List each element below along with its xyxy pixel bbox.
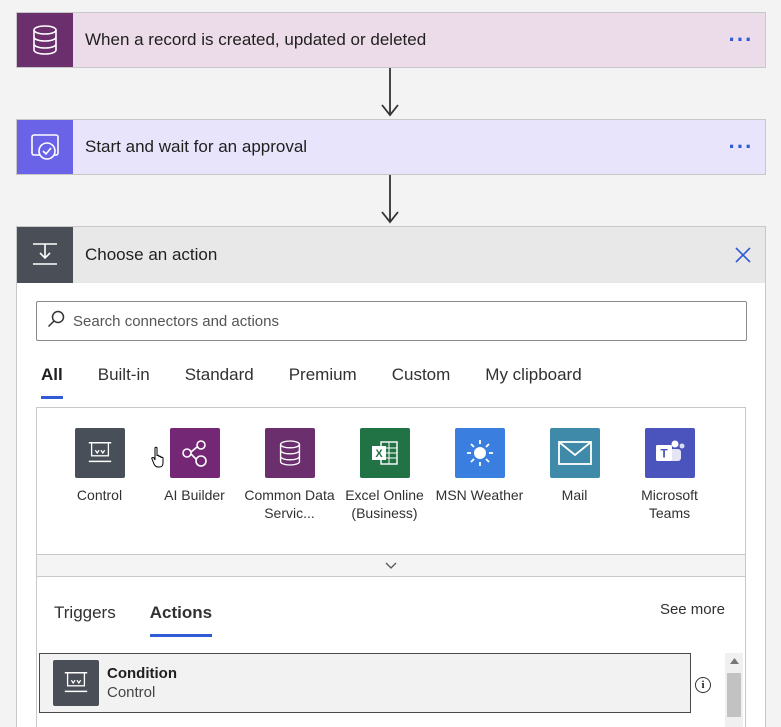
connector-label: Excel Online (Business) — [345, 487, 424, 521]
database-icon — [264, 428, 315, 478]
flow-arrow — [380, 68, 400, 118]
connector-excel-online[interactable]: X Excel Online (Business) — [337, 428, 432, 554]
action-name: Condition — [107, 665, 177, 682]
scroll-thumb[interactable] — [727, 673, 741, 717]
approval-icon — [17, 120, 73, 174]
scroll-up-arrow-icon[interactable] — [725, 653, 743, 669]
search-icon — [47, 310, 65, 333]
tab-custom[interactable]: Custom — [392, 355, 451, 399]
sun-icon — [454, 428, 505, 478]
info-icon[interactable]: i — [695, 677, 711, 693]
connector-label: Control — [76, 487, 123, 503]
control-icon — [74, 428, 125, 478]
approval-step-menu-button[interactable]: ··· — [717, 134, 765, 160]
connector-control[interactable]: Control — [52, 428, 147, 554]
choose-action-panel: Choose an action All Built-in Standard P… — [16, 226, 766, 727]
tab-built-in[interactable]: Built-in — [98, 355, 150, 399]
svg-text:T: T — [660, 447, 668, 461]
action-connector: Control — [107, 684, 156, 701]
connector-label: Common Data Servic... — [244, 487, 335, 521]
connector-grid: Control AI Builder Common Data Servic...… — [36, 407, 746, 555]
trigger-step[interactable]: When a record is created, updated or del… — [16, 12, 766, 68]
teams-icon: T — [644, 428, 695, 478]
connector-label: AI Builder — [164, 487, 225, 503]
tab-triggers[interactable]: Triggers — [54, 595, 116, 637]
tab-my-clipboard[interactable]: My clipboard — [485, 355, 581, 399]
connector-tabs: All Built-in Standard Premium Custom My … — [41, 355, 617, 399]
ai-builder-icon — [169, 428, 220, 478]
connector-microsoft-teams[interactable]: T Microsoft Teams — [622, 428, 717, 554]
search-box[interactable] — [36, 301, 747, 341]
trigger-step-title: When a record is created, updated or del… — [85, 30, 427, 49]
action-item-condition[interactable]: Condition Control — [39, 653, 691, 713]
connector-mail[interactable]: Mail — [527, 428, 622, 554]
tab-premium[interactable]: Premium — [289, 355, 357, 399]
control-icon — [53, 660, 99, 706]
connector-label: Mail — [561, 487, 588, 503]
see-more-link[interactable]: See more — [660, 601, 725, 618]
panel-title: Choose an action — [85, 245, 218, 264]
approval-step-title: Start and wait for an approval — [85, 137, 308, 156]
connector-msn-weather[interactable]: MSN Weather — [432, 428, 527, 554]
trigger-step-menu-button[interactable]: ··· — [717, 27, 765, 53]
excel-icon: X — [359, 428, 410, 478]
panel-header: Choose an action — [17, 227, 765, 283]
tab-standard[interactable]: Standard — [185, 355, 254, 399]
svg-text:X: X — [375, 448, 383, 460]
scrollbar[interactable] — [725, 653, 743, 727]
connector-label: Microsoft Teams — [641, 487, 698, 521]
close-icon[interactable] — [721, 247, 765, 263]
connector-common-data-service[interactable]: Common Data Servic... — [242, 428, 337, 554]
flow-arrow — [380, 175, 400, 225]
database-icon — [17, 13, 73, 67]
control-icon — [17, 227, 73, 283]
tab-actions[interactable]: Actions — [149, 595, 213, 637]
hand-cursor-icon — [150, 446, 168, 473]
approval-step[interactable]: Start and wait for an approval ··· — [16, 119, 766, 175]
mail-icon — [549, 428, 600, 478]
results-section: Triggers Actions See more Condition Cont… — [36, 577, 746, 727]
result-tabs: Triggers Actions — [54, 595, 246, 637]
expand-connectors-button[interactable] — [36, 555, 746, 577]
tab-all[interactable]: All — [41, 355, 63, 399]
connector-label: MSN Weather — [435, 487, 524, 503]
chevron-down-icon — [385, 557, 397, 575]
search-input[interactable] — [73, 312, 746, 330]
